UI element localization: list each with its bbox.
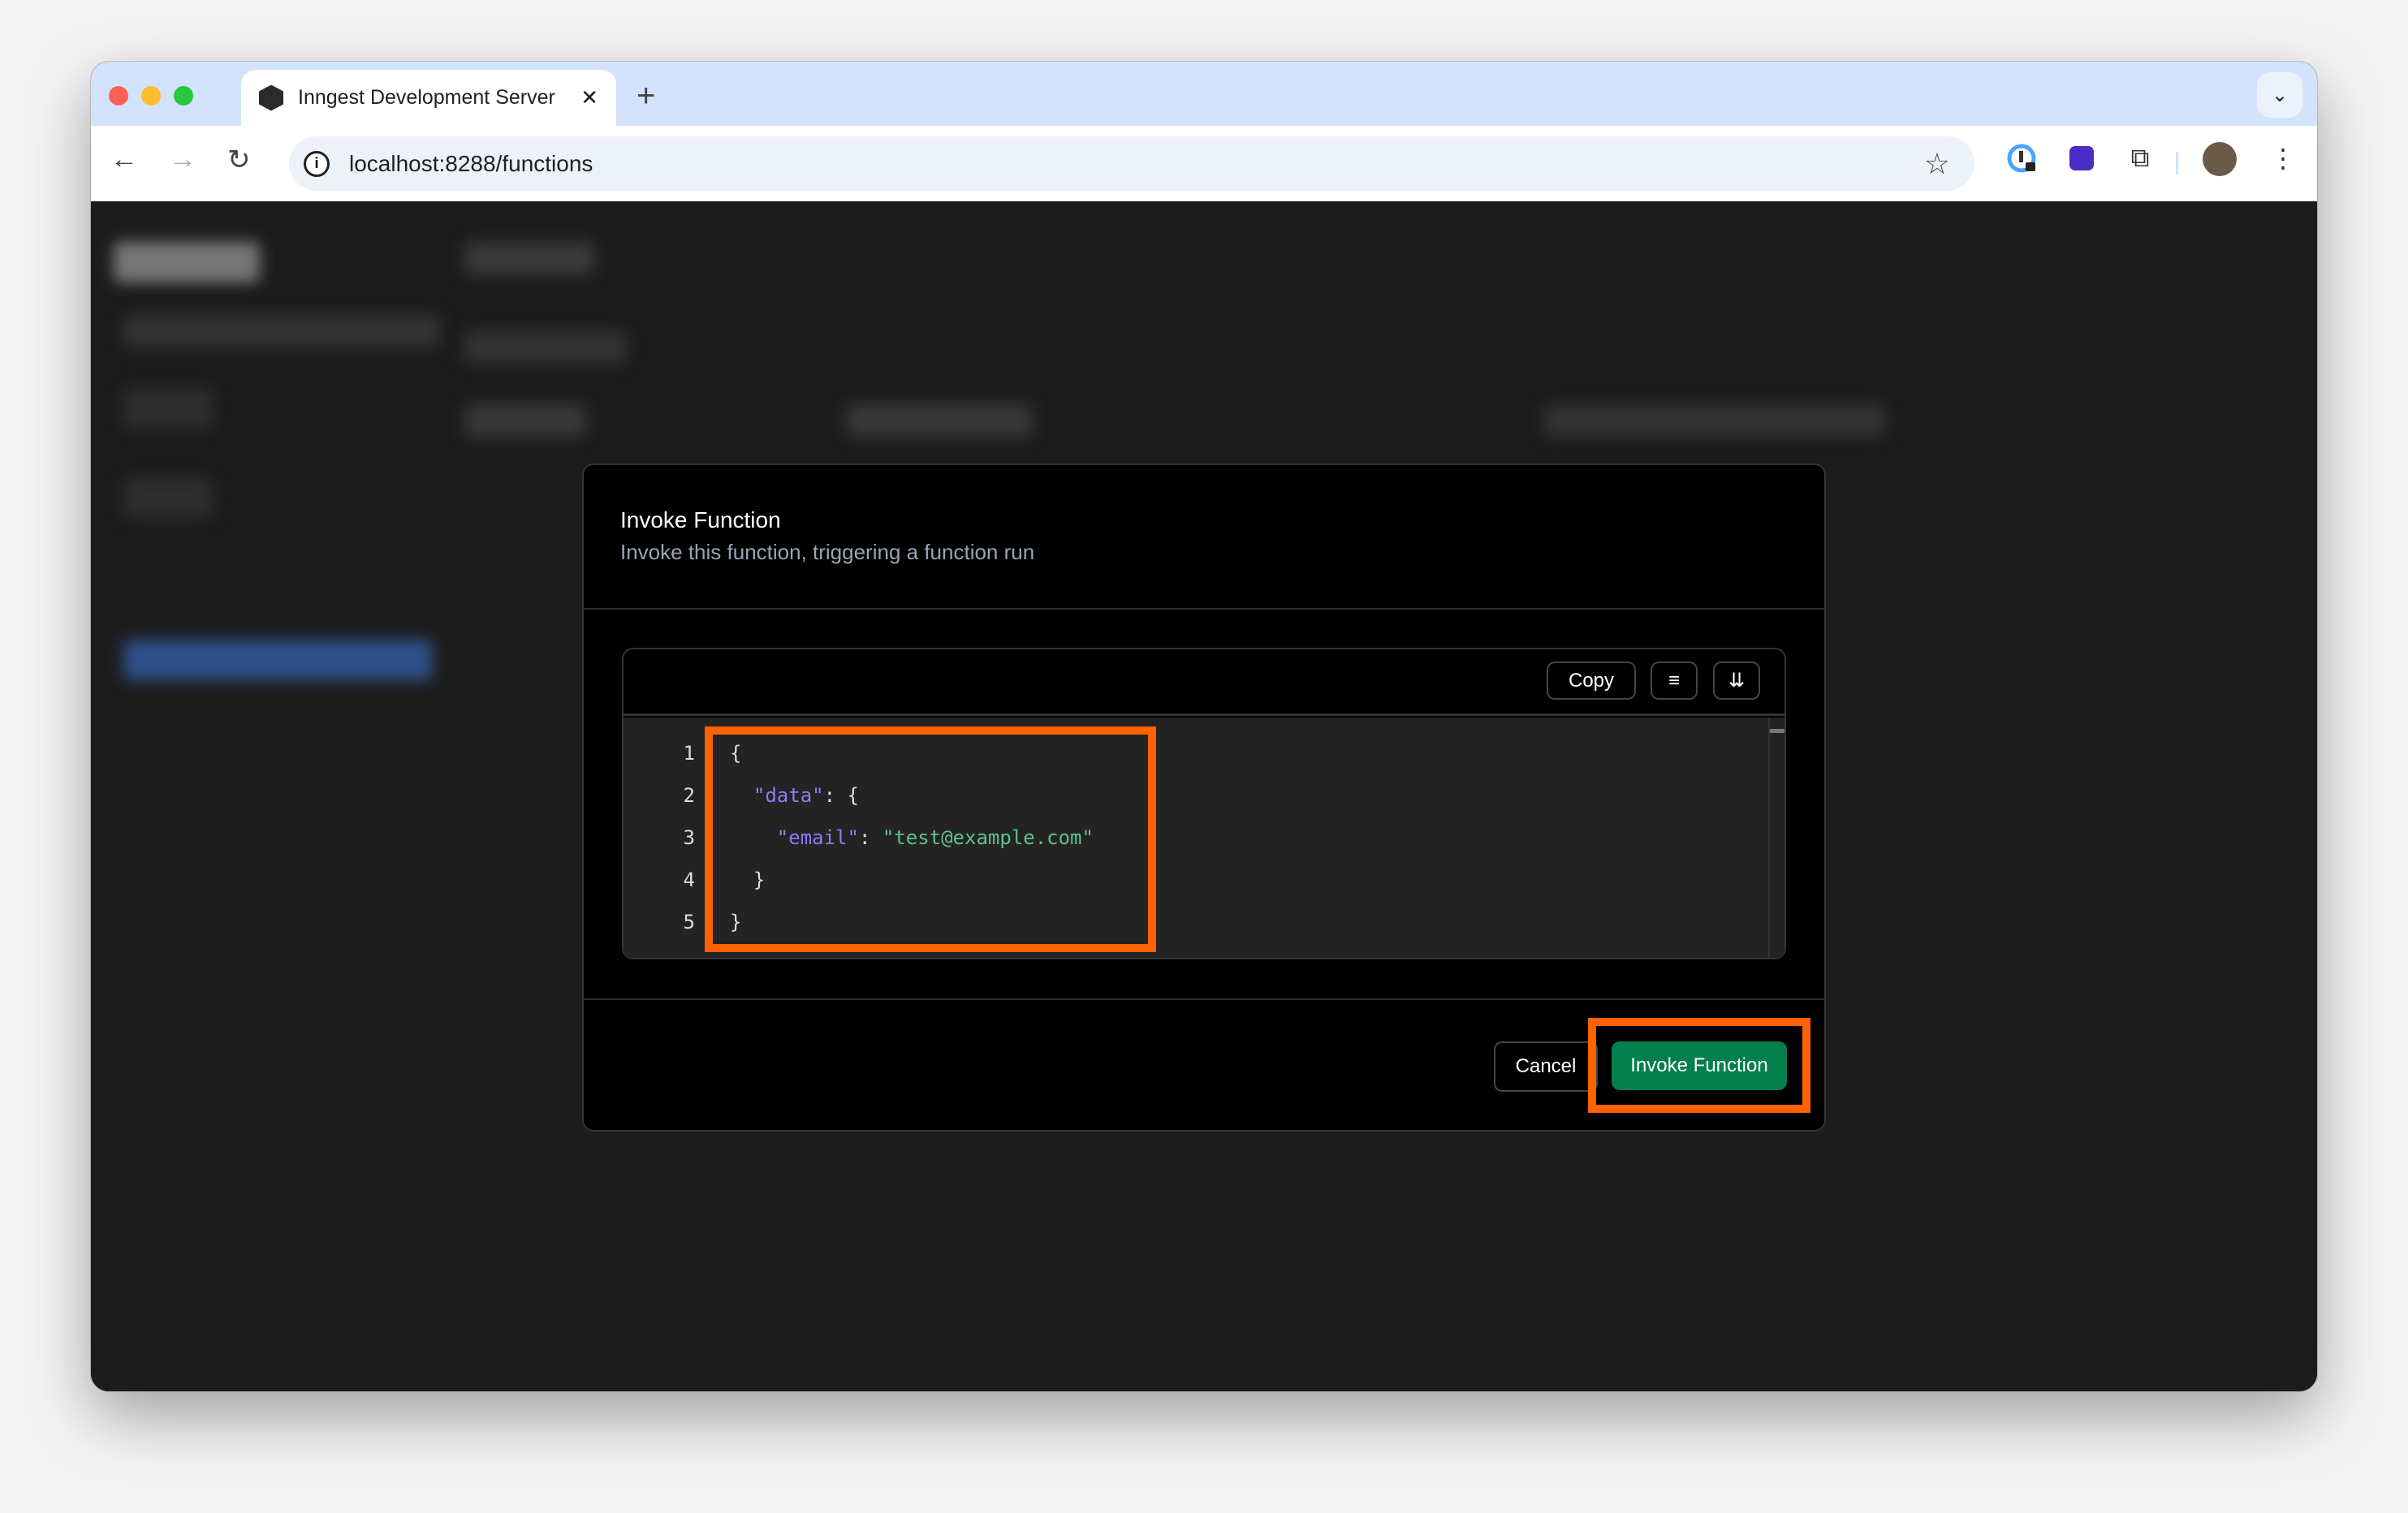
back-icon[interactable]: ← (110, 144, 138, 175)
sidebar-search (123, 315, 440, 347)
extension-globe-icon[interactable] (2065, 142, 2098, 175)
line-number: 4 (683, 869, 695, 891)
cancel-button[interactable]: Cancel (1494, 1041, 1598, 1092)
chevron-down-icon[interactable]: ⌄ (2257, 72, 2302, 118)
line-number: 5 (683, 911, 695, 933)
browser-tab[interactable]: Inngest Development Server ✕ (241, 70, 616, 126)
url-text: localhost:8288/functions (349, 150, 593, 176)
puzzle-icon[interactable]: ⧉ (2124, 142, 2156, 175)
toolbar-divider (2176, 152, 2178, 175)
highlight-box (1588, 1018, 1810, 1113)
wrap-lines-icon[interactable]: ⇊ (1713, 662, 1760, 700)
table-header (464, 331, 627, 364)
sidebar-item-functions (123, 640, 432, 680)
divider (584, 608, 1824, 610)
tab-title: Inngest Development Server (298, 86, 555, 109)
info-icon[interactable]: i (304, 150, 330, 177)
maximize-window-button[interactable] (174, 86, 193, 106)
editor-toolbar: Copy ≡ ⇊ (624, 649, 1784, 716)
avatar[interactable] (2203, 142, 2237, 176)
line-number: 2 (683, 784, 695, 807)
forward-icon[interactable]: → (169, 144, 196, 175)
line-number: 1 (683, 742, 695, 765)
browser-window: Inngest Development Server ✕ + ⌄ ← → ↻ i… (91, 62, 2317, 1391)
sidebar-item (123, 388, 213, 429)
new-tab-icon[interactable]: + (637, 78, 655, 114)
star-icon[interactable]: ☆ (1924, 147, 1950, 181)
format-icon[interactable]: ≡ (1651, 662, 1698, 700)
close-tab-icon[interactable]: ✕ (580, 85, 598, 110)
table-row (1544, 404, 1885, 437)
sidebar-item (123, 477, 213, 518)
table-row (464, 404, 586, 437)
table-row (846, 404, 1033, 437)
page-content: Invoke Function Invoke this function, tr… (91, 201, 2317, 1391)
modal-title: Invoke Function (620, 507, 781, 532)
reload-icon[interactable]: ↻ (227, 144, 251, 176)
divider (584, 998, 1824, 1000)
minimize-window-button[interactable] (141, 86, 161, 106)
address-bar[interactable]: i localhost:8288/functions ☆ (289, 136, 1974, 191)
page-title (464, 242, 594, 274)
close-window-button[interactable] (109, 86, 128, 106)
logo (114, 242, 260, 282)
json-editor[interactable]: Copy ≡ ⇊ 1{2 "data": {3 "email": "test@e… (622, 648, 1786, 959)
copy-button[interactable]: Copy (1547, 662, 1636, 700)
kebab-menu-icon[interactable]: ⋮ (2267, 142, 2299, 175)
invoke-function-modal: Invoke Function Invoke this function, tr… (582, 463, 1826, 1132)
highlight-box (705, 726, 1156, 952)
password-manager-icon[interactable] (2005, 142, 2038, 175)
tab-bar: Inngest Development Server ✕ + ⌄ (91, 62, 2317, 126)
scrollbar[interactable] (1768, 718, 1784, 958)
browser-toolbar: ← → ↻ i localhost:8288/functions ☆ ⧉ ⋮ (91, 126, 2317, 201)
inngest-favicon-icon (259, 84, 283, 111)
modal-subtitle: Invoke this function, triggering a funct… (620, 540, 1035, 564)
line-number: 3 (683, 826, 695, 849)
